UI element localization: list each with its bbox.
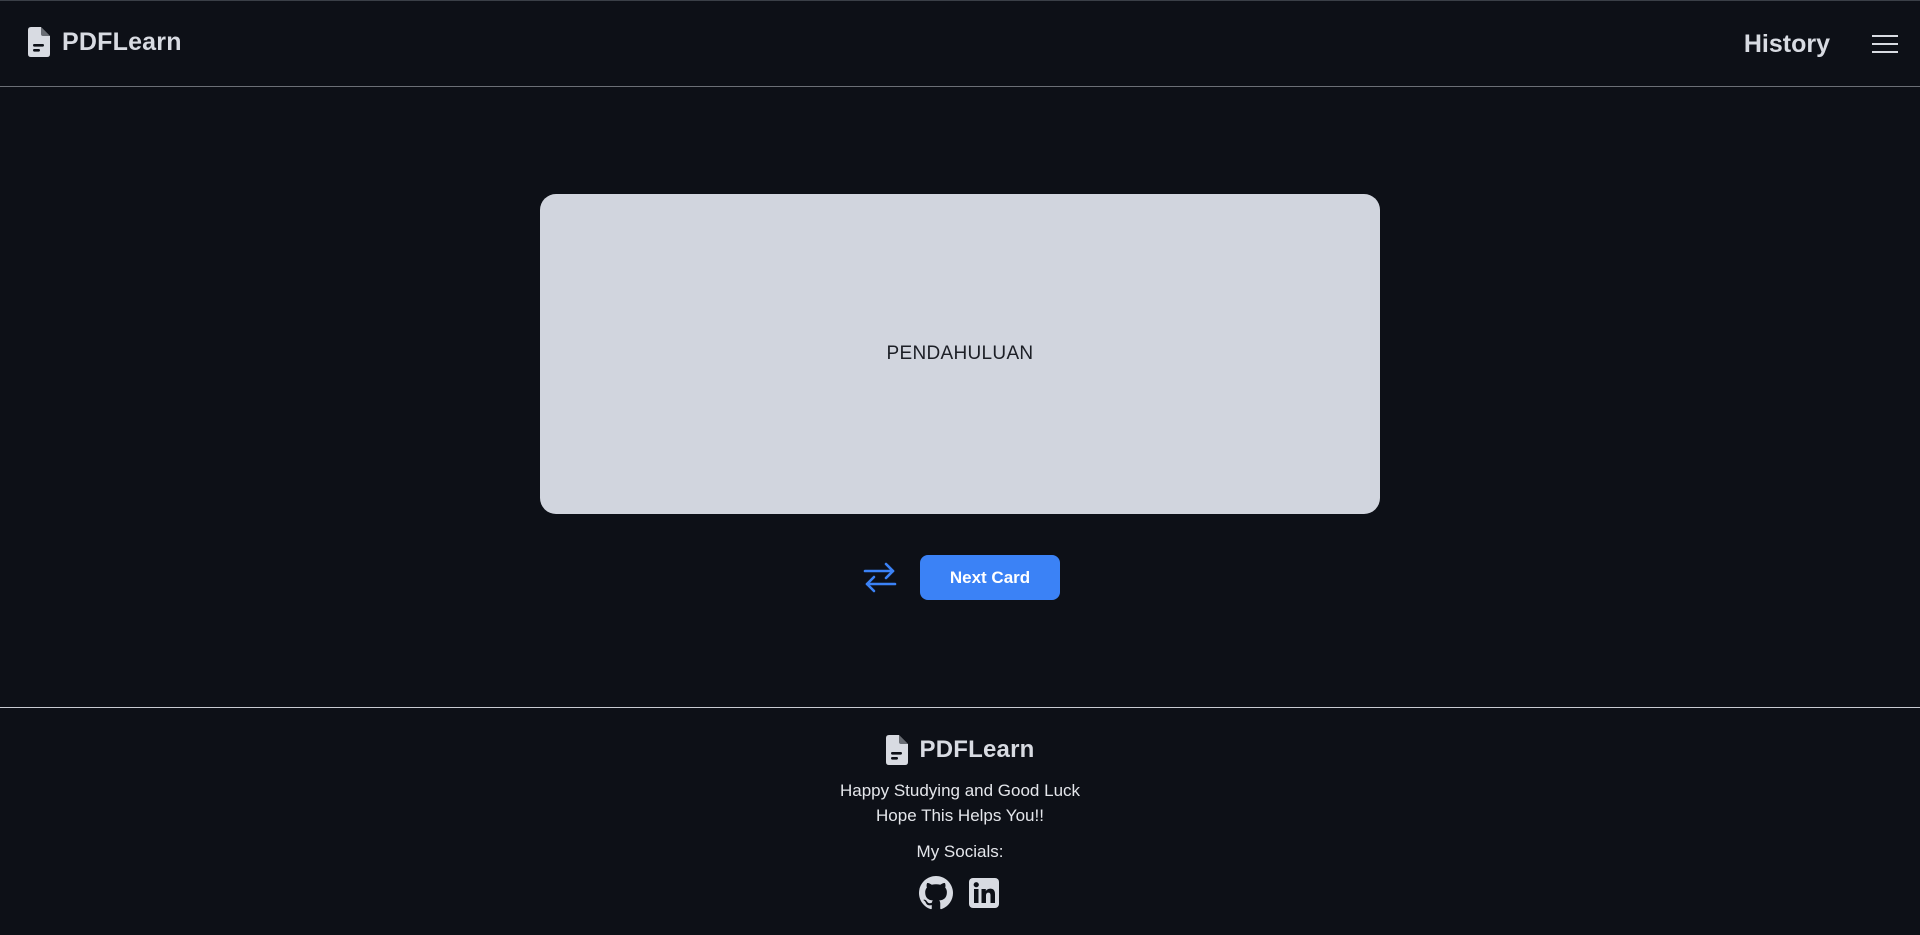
footer-message-2: Hope This Helps You!!	[876, 806, 1044, 825]
socials-list	[0, 876, 1920, 910]
flashcard[interactable]: PENDAHULUAN	[540, 194, 1380, 514]
swap-arrows-icon[interactable]	[860, 559, 900, 595]
footer-message-1: Happy Studying and Good Luck	[839, 781, 1081, 800]
history-link[interactable]: History	[1744, 30, 1830, 59]
github-icon[interactable]	[919, 876, 953, 910]
brand-logo-link[interactable]: PDFLearn	[28, 27, 182, 57]
next-card-button[interactable]: Next Card	[920, 555, 1060, 600]
flashcard-text: PENDAHULUAN	[886, 343, 1034, 364]
footer-brand: PDFLearn	[0, 735, 1920, 765]
footer: PDFLearn Happy Studying and Good Luck Ho…	[0, 707, 1920, 935]
page: PDFLearn History PENDAHULUAN Next Card P…	[0, 0, 1920, 935]
linkedin-icon[interactable]	[967, 876, 1001, 910]
socials-label: My Socials:	[916, 842, 1004, 861]
top-navbar: PDFLearn History	[0, 1, 1920, 87]
document-icon	[28, 27, 50, 57]
footer-brand-name: PDFLearn	[919, 736, 1035, 763]
brand-name: PDFLearn	[62, 27, 182, 56]
document-icon	[885, 735, 908, 765]
hamburger-menu-icon[interactable]	[1870, 31, 1900, 57]
